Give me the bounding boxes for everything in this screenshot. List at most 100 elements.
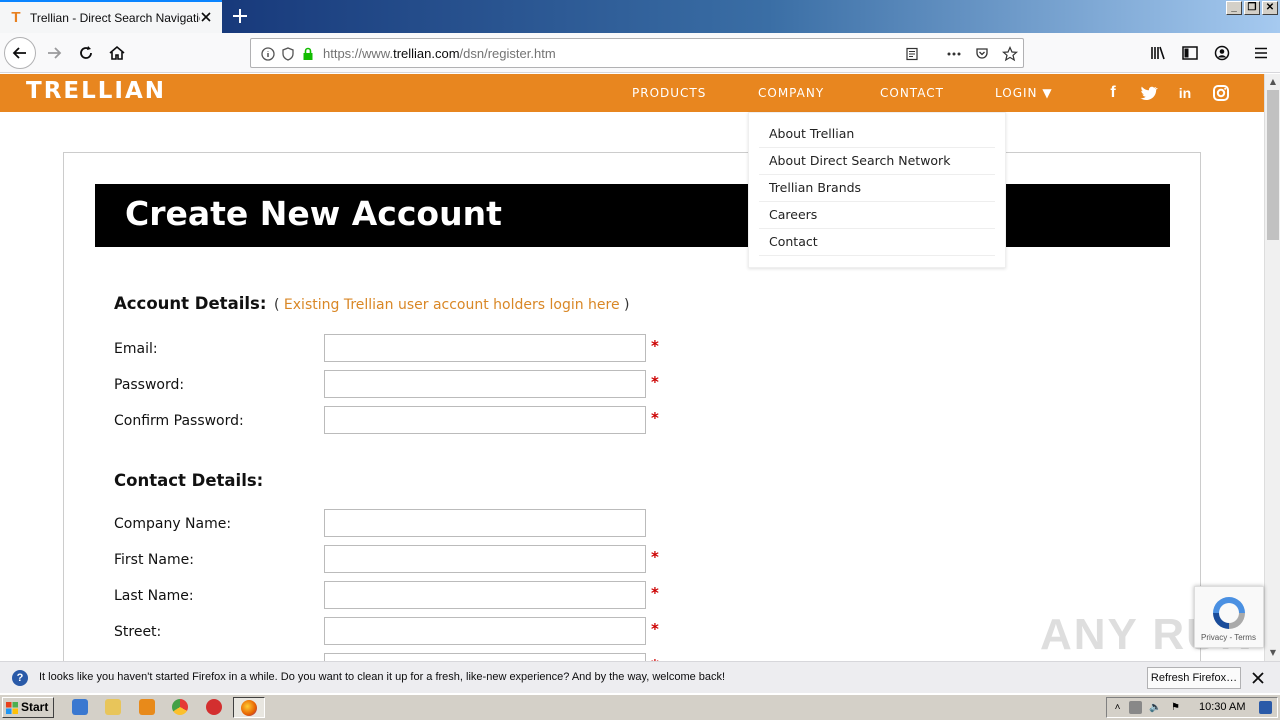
menu-item-careers[interactable]: Careers: [759, 202, 995, 229]
volume-icon[interactable]: 🔈: [1149, 701, 1162, 714]
windows-logo-icon: [6, 702, 18, 714]
minimize-button[interactable]: _: [1226, 1, 1242, 15]
confirm-password-label: Confirm Password:: [114, 413, 244, 429]
nav-products[interactable]: PRODUCTS: [632, 86, 706, 100]
street-field[interactable]: [324, 617, 646, 645]
lock-icon[interactable]: [299, 45, 317, 63]
street-label: Street:: [114, 624, 162, 640]
existing-user-login-link[interactable]: Existing Trellian user account holders l…: [284, 297, 620, 313]
folder-icon[interactable]: [105, 699, 121, 715]
page-content: Create New Account Account Details: ( Ex…: [0, 112, 1264, 661]
first-name-label: First Name:: [114, 552, 194, 568]
reader-view-icon[interactable]: [903, 45, 921, 63]
company-name-field[interactable]: [324, 509, 646, 537]
company-dropdown-menu: About Trellian About Direct Search Netwo…: [748, 112, 1006, 268]
contact-details-heading: Contact Details:: [114, 471, 264, 490]
email-field[interactable]: [324, 334, 646, 362]
home-icon: [109, 45, 125, 60]
library-icon: [1151, 46, 1165, 60]
first-name-field[interactable]: [324, 545, 646, 573]
tab-strip: T Trellian - Direct Search Navigation _ …: [0, 0, 1280, 33]
tab-trellian[interactable]: T Trellian - Direct Search Navigation: [0, 0, 222, 33]
forward-arrow-icon: [48, 47, 62, 59]
clock[interactable]: 10:30 AM: [1199, 701, 1245, 713]
password-label: Password:: [114, 377, 185, 393]
last-name-field[interactable]: [324, 581, 646, 609]
close-window-button[interactable]: ✕: [1262, 1, 1278, 15]
reload-button[interactable]: [70, 37, 102, 69]
nav-login[interactable]: LOGIN ▼: [995, 86, 1053, 100]
instagram-icon[interactable]: [1211, 83, 1231, 103]
show-desktop-icon[interactable]: [1259, 701, 1272, 714]
question-icon: ?: [12, 670, 28, 686]
new-tab-icon[interactable]: [230, 6, 250, 26]
back-button[interactable]: [4, 37, 36, 69]
menu-item-about-trellian[interactable]: About Trellian: [759, 121, 995, 148]
nav-contact[interactable]: CONTACT: [880, 86, 944, 100]
menu-item-about-dsn[interactable]: About Direct Search Network: [759, 148, 995, 175]
opera-icon[interactable]: [206, 699, 222, 715]
forward-button[interactable]: [38, 37, 70, 69]
action-center-flag-icon[interactable]: ⚑: [1169, 701, 1182, 714]
tracking-shield-icon[interactable]: [279, 45, 297, 63]
recaptcha-terms[interactable]: Privacy - Terms: [1201, 633, 1256, 642]
sidebar-icon: [1182, 46, 1198, 60]
sidebar-button[interactable]: [1174, 37, 1206, 69]
password-field[interactable]: [324, 370, 646, 398]
scroll-up-arrow-icon[interactable]: ▲: [1265, 74, 1280, 90]
account-details-heading: Account Details:: [114, 294, 267, 313]
home-button[interactable]: [101, 37, 133, 69]
account-icon: [1214, 45, 1230, 61]
email-label: Email:: [114, 341, 158, 357]
close-notification-icon[interactable]: [1250, 670, 1266, 686]
page-scrollbar[interactable]: ▲ ▼: [1264, 74, 1280, 661]
taskbar-firefox-window[interactable]: [233, 697, 265, 718]
restore-button[interactable]: ❐: [1244, 1, 1260, 15]
first-name-required-mark: *: [651, 548, 659, 566]
page-banner: Create New Account: [95, 184, 1170, 247]
back-arrow-icon: [12, 47, 26, 59]
tray-expand-icon[interactable]: ˄: [1111, 701, 1124, 714]
library-button[interactable]: [1142, 37, 1174, 69]
bookmark-star-icon[interactable]: [1001, 45, 1019, 63]
menu-item-trellian-brands[interactable]: Trellian Brands: [759, 175, 995, 202]
twitter-icon[interactable]: [1139, 83, 1159, 103]
existing-user-login: ( Existing Trellian user account holders…: [274, 297, 630, 313]
url-bar[interactable]: https://www.trellian.com/dsn/register.ht…: [250, 38, 1024, 68]
next-field-partial[interactable]: [324, 653, 646, 661]
linkedin-icon[interactable]: in: [1175, 83, 1195, 103]
window-controls: _ ❐ ✕: [1226, 1, 1278, 15]
windows-taskbar: Start ˄ 🔈 ⚑ 10:30 AM: [0, 694, 1280, 720]
menu-button[interactable]: [1245, 37, 1277, 69]
scroll-down-arrow-icon[interactable]: ▼: [1265, 645, 1280, 661]
account-button[interactable]: [1206, 37, 1238, 69]
email-required-mark: *: [651, 337, 659, 355]
network-icon[interactable]: [1129, 701, 1142, 714]
internet-explorer-icon[interactable]: [72, 699, 88, 715]
close-tab-icon[interactable]: [198, 9, 214, 25]
tab-title: Trellian - Direct Search Navigation: [30, 10, 200, 25]
pocket-icon[interactable]: [973, 45, 991, 63]
recaptcha-badge[interactable]: Privacy - Terms: [1194, 586, 1264, 648]
menu-item-contact[interactable]: Contact: [759, 229, 995, 256]
url-text[interactable]: https://www.trellian.com/dsn/register.ht…: [323, 46, 556, 61]
confirm-password-field[interactable]: [324, 406, 646, 434]
notification-text: It looks like you haven't started Firefo…: [39, 671, 726, 683]
password-required-mark: *: [651, 373, 659, 391]
scrollbar-thumb[interactable]: [1267, 90, 1279, 240]
firefox-notification-bar: ? It looks like you haven't started Fire…: [0, 661, 1280, 693]
refresh-firefox-button[interactable]: Refresh Firefox…: [1147, 667, 1241, 689]
last-name-label: Last Name:: [114, 588, 194, 604]
page-title: Create New Account: [125, 194, 502, 233]
facebook-icon[interactable]: f: [1103, 83, 1123, 103]
browser-toolbar: https://www.trellian.com/dsn/register.ht…: [0, 33, 1280, 73]
confirm-password-required-mark: *: [651, 409, 659, 427]
start-button[interactable]: Start: [2, 697, 54, 718]
trellian-logo[interactable]: TRELLIAN: [26, 78, 166, 104]
info-icon[interactable]: [259, 45, 277, 63]
nav-company[interactable]: COMPANY: [758, 86, 824, 100]
media-player-icon[interactable]: [139, 699, 155, 715]
page-actions-icon[interactable]: [945, 45, 963, 63]
chrome-icon[interactable]: [172, 699, 188, 715]
start-label: Start: [21, 700, 49, 714]
